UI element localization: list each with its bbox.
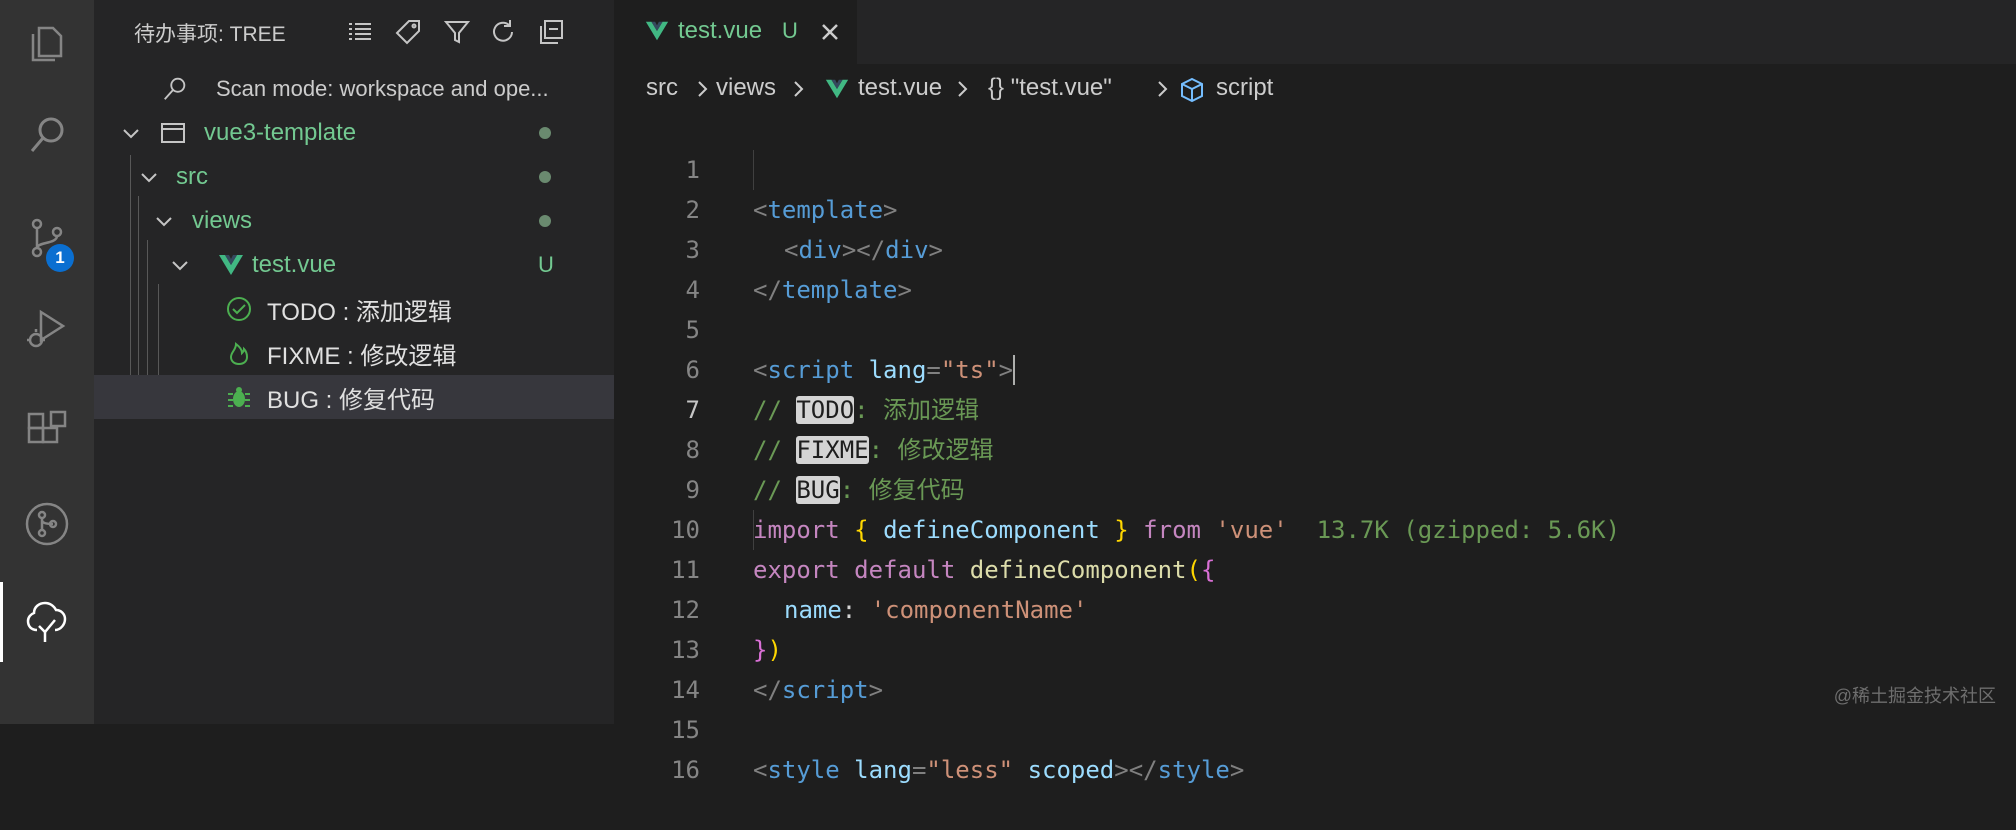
activity-bar: 1 xyxy=(0,0,94,724)
search-icon[interactable] xyxy=(0,95,94,175)
sidebar-header: 待办事项: TREE xyxy=(94,0,614,64)
todo-tree-sidebar: 待办事项: TREE Scan mode: workspace and ope.… xyxy=(94,0,614,724)
tree-item-label: BUG : 修复代码 xyxy=(267,386,436,414)
tab-status: U xyxy=(782,18,798,43)
refresh-icon[interactable] xyxy=(487,16,519,48)
vue-file-icon xyxy=(825,79,849,99)
editor-area: test.vue U src views test.vue {} "test.v… xyxy=(614,0,2016,784)
line-number: 16 xyxy=(671,756,700,784)
code-line: 8 // BUG: 修复代码 xyxy=(614,390,2016,504)
tree-item-views[interactable]: views xyxy=(94,199,614,243)
code-line: 16 xyxy=(614,710,2016,784)
code-line: 6 // TODO: 添加逻辑 xyxy=(614,310,2016,424)
tree-item-label: test.vue xyxy=(252,251,337,278)
line-content: <style lang="less" scoped></style> xyxy=(753,756,1245,784)
code-line-current: 7 // FIXME: 修改逻辑 xyxy=(614,350,2016,464)
code-line: 1 <template> xyxy=(614,110,2016,224)
module-cube-icon xyxy=(1181,77,1203,103)
todo-tree-icon[interactable] xyxy=(0,582,94,662)
modified-dot xyxy=(539,215,551,227)
tree-item-fixme[interactable]: FIXME : 修改逻辑 xyxy=(94,331,614,375)
breadcrumb-item[interactable]: views xyxy=(716,74,776,102)
code-line: 11 name: 'componentName' xyxy=(614,510,2016,624)
chevron-right-icon xyxy=(794,81,804,97)
code-line: 12 }) xyxy=(614,550,2016,664)
chevron-down-icon xyxy=(119,121,143,145)
explorer-icon[interactable] xyxy=(0,2,94,82)
tree-item-label: vue3-template xyxy=(204,119,357,146)
tree-item-src[interactable]: src xyxy=(94,155,614,199)
code-line: 3 </template> xyxy=(614,190,2016,304)
chevron-right-icon xyxy=(1158,81,1168,97)
breadcrumb: src views test.vue {} "test.vue" script xyxy=(614,70,2016,110)
extensions-icon[interactable] xyxy=(0,390,94,470)
chevron-right-icon xyxy=(698,81,708,97)
breadcrumb-item[interactable]: src xyxy=(646,74,678,102)
vue-file-icon xyxy=(216,250,246,280)
breadcrumb-item[interactable]: script xyxy=(1216,74,1273,102)
tree-item-label: TODO : 添加逻辑 xyxy=(267,298,452,326)
tree-item-vue3-template[interactable]: vue3-template xyxy=(94,111,614,155)
scan-mode-row[interactable]: Scan mode: workspace and ope... xyxy=(94,67,614,111)
watermark: @稀土掘金技术社区 xyxy=(1833,686,1996,706)
tab-test-vue[interactable]: test.vue U xyxy=(614,0,857,64)
chevron-right-icon xyxy=(958,81,968,97)
code-line: 2 <div></div> xyxy=(614,150,2016,264)
tree-item-bug[interactable]: BUG : 修复代码 xyxy=(94,375,614,419)
breadcrumb-item[interactable]: test.vue xyxy=(858,74,942,102)
chevron-down-icon xyxy=(168,253,192,277)
breadcrumb-item[interactable]: {} "test.vue" xyxy=(988,74,1112,102)
code-line: 5 <script lang="ts"> xyxy=(614,270,2016,384)
run-debug-icon[interactable] xyxy=(0,288,94,368)
scan-mode-label: Scan mode: workspace and ope... xyxy=(216,76,549,101)
untracked-status: U xyxy=(538,252,554,277)
check-circle-icon xyxy=(224,294,254,324)
tree-item-todo[interactable]: TODO : 添加逻辑 xyxy=(94,287,614,331)
code-line: 9 import { defineComponent } from 'vue' … xyxy=(614,430,2016,544)
source-control-icon[interactable]: 1 xyxy=(0,198,94,278)
tag-icon[interactable] xyxy=(392,16,424,48)
search-icon xyxy=(160,74,190,104)
collapse-all-icon[interactable] xyxy=(535,16,567,48)
code-line: 10 export default defineComponent({ xyxy=(614,470,2016,584)
tree-item-label: FIXME : 修改逻辑 xyxy=(267,342,457,370)
flame-icon xyxy=(224,338,254,368)
code-line: 15 <style lang="less" scoped></style> xyxy=(614,670,2016,784)
tab-bar: test.vue U xyxy=(614,0,2016,64)
chevron-down-icon xyxy=(152,209,176,233)
bug-icon xyxy=(224,382,254,412)
tree-item-label: views xyxy=(192,207,253,234)
filter-icon[interactable] xyxy=(441,16,473,48)
close-icon[interactable] xyxy=(816,18,844,46)
git-graph-icon[interactable] xyxy=(0,484,94,564)
code-line: 14 xyxy=(614,630,2016,704)
tree-item-test-vue[interactable]: test.vue U xyxy=(94,243,614,287)
text-cursor xyxy=(1013,355,1015,385)
list-flat-icon[interactable] xyxy=(344,16,376,48)
root-folder-icon xyxy=(158,118,188,148)
code-line: 4 xyxy=(614,230,2016,304)
tab-label: test.vue xyxy=(678,17,763,44)
modified-dot xyxy=(539,127,551,139)
modified-dot xyxy=(539,171,551,183)
sidebar-title: 待办事项: TREE xyxy=(134,23,286,46)
code-line: 13 </script> xyxy=(614,590,2016,704)
source-control-badge: 1 xyxy=(46,244,74,272)
chevron-down-icon xyxy=(137,165,161,189)
tree-item-label: src xyxy=(176,163,208,190)
vue-file-icon xyxy=(645,21,669,41)
